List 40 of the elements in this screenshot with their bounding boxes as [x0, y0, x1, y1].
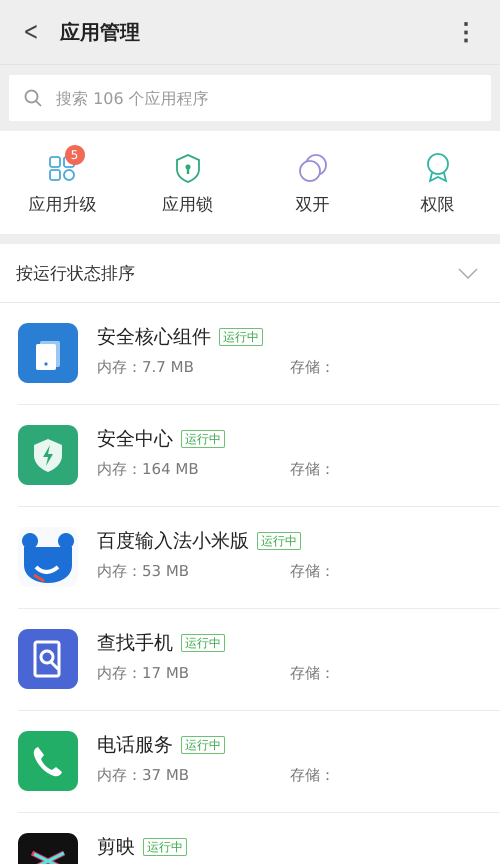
app-name: 剪映 [97, 835, 135, 859]
memory-usage: 内存：164 MB [97, 460, 200, 479]
app-name: 百度输入法小米版 [97, 529, 249, 553]
status-tag: 运行中 [181, 736, 225, 754]
app-icon [18, 629, 78, 689]
app-icon [18, 527, 78, 587]
memory-usage: 内存：7.7 MB [97, 358, 195, 377]
status-tag: 运行中 [257, 532, 301, 550]
status-tag: 运行中 [219, 328, 263, 346]
app-name: 安全核心组件 [97, 325, 211, 349]
app-icon [18, 323, 78, 383]
memory-usage: 内存：53 MB [97, 562, 190, 581]
shortcut-button[interactable]: 双开 [250, 143, 375, 216]
search-field[interactable]: 搜索 106 个应用程序 [9, 75, 491, 121]
sort-label[interactable]: 按运行状态排序 [16, 262, 135, 284]
search-icon [24, 89, 42, 107]
status-tag: 运行中 [181, 634, 225, 652]
app-name: 安全中心 [97, 427, 173, 451]
storage-label: 存储： [290, 664, 335, 683]
storage-label: 存储： [290, 562, 335, 581]
storage-label: 存储： [290, 358, 335, 377]
shortcut-button[interactable]: 应用锁 [125, 143, 250, 216]
status-tag: 运行中 [181, 430, 225, 448]
page-title: 应用管理 [60, 18, 141, 46]
storage-label: 存储： [290, 460, 335, 479]
shortcut-button[interactable]: 5 应用升级 [0, 143, 125, 216]
double-circle-icon [296, 153, 328, 183]
back-button[interactable]: < [20, 17, 42, 47]
app-icon [18, 425, 78, 485]
memory-usage: 内存：37 MB [97, 766, 190, 785]
more-menu-button[interactable]: ⋮ [450, 18, 482, 46]
chevron-down-icon[interactable] [458, 268, 478, 278]
storage-label: 存储： [290, 766, 335, 785]
shortcut-button[interactable]: 权限 [375, 143, 500, 216]
app-icon [18, 731, 78, 791]
app-name: 电话服务 [97, 733, 173, 757]
app-name: 查找手机 [97, 631, 173, 655]
memory-usage: 内存：17 MB [97, 664, 190, 683]
status-tag: 运行中 [143, 838, 187, 856]
count-badge: 5 [64, 145, 84, 165]
